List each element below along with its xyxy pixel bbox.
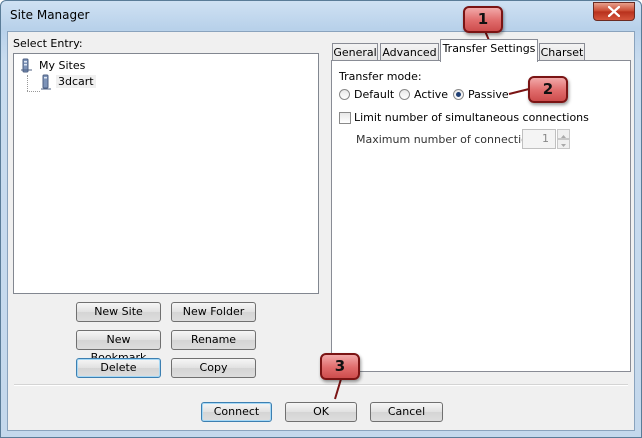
radio-default[interactable] (339, 89, 350, 100)
tree-item-label: My Sites (39, 59, 86, 72)
spin-down-button[interactable] (557, 139, 570, 149)
callout-3: 3 (320, 353, 360, 380)
new-bookmark-button[interactable]: New Bookmark (76, 330, 161, 364)
connect-button[interactable]: Connect (201, 402, 272, 422)
tree-item-3dcart[interactable]: 3dcart (40, 74, 102, 91)
folder-icon (21, 58, 32, 73)
select-entry-label: Select Entry: (13, 37, 83, 50)
spin-up-button[interactable] (557, 129, 570, 139)
max-connections-label: Maximum number of connections: (356, 133, 545, 146)
callout-1: 1 (463, 6, 503, 33)
copy-button[interactable]: Copy (171, 358, 256, 378)
cancel-button[interactable]: Cancel (370, 402, 443, 422)
tab-transfer-settings[interactable]: Transfer Settings (440, 39, 538, 62)
server-icon (41, 74, 51, 90)
tree-connector (27, 75, 28, 91)
close-icon (608, 6, 620, 17)
transfer-mode-label: Transfer mode: (339, 70, 422, 83)
site-manager-window: Site Manager Select Entry: My Sites 3dca… (0, 0, 642, 438)
ok-button[interactable]: OK (285, 402, 357, 422)
window-title: Site Manager (10, 8, 90, 22)
radio-active[interactable] (399, 89, 410, 100)
new-folder-button[interactable]: New Folder (171, 302, 256, 322)
tree-item-my-sites[interactable]: My Sites (20, 58, 100, 74)
max-connections-input[interactable]: 1 (522, 129, 556, 149)
radio-active-label: Active (414, 88, 449, 101)
rename-button[interactable]: Rename (171, 330, 256, 350)
separator (14, 384, 628, 386)
callout-2: 2 (528, 76, 568, 103)
title-bar[interactable]: Site Manager (1, 1, 641, 31)
close-button[interactable] (593, 2, 635, 21)
limit-connections-checkbox[interactable] (339, 112, 351, 124)
site-tree[interactable]: My Sites 3dcart (13, 53, 319, 294)
tree-item-label: 3dcart (56, 75, 96, 88)
radio-default-label: Default (354, 88, 395, 101)
transfer-settings-panel: Transfer mode: Default Active Passive Li… (331, 60, 631, 372)
chevron-down-icon (561, 144, 566, 147)
radio-passive-label: Passive (468, 88, 509, 101)
limit-connections-label: Limit number of simultaneous connections (354, 111, 589, 124)
radio-passive[interactable] (453, 89, 464, 100)
tree-connector (27, 91, 40, 92)
delete-button[interactable]: Delete (76, 358, 161, 378)
new-site-button[interactable]: New Site (76, 302, 161, 322)
